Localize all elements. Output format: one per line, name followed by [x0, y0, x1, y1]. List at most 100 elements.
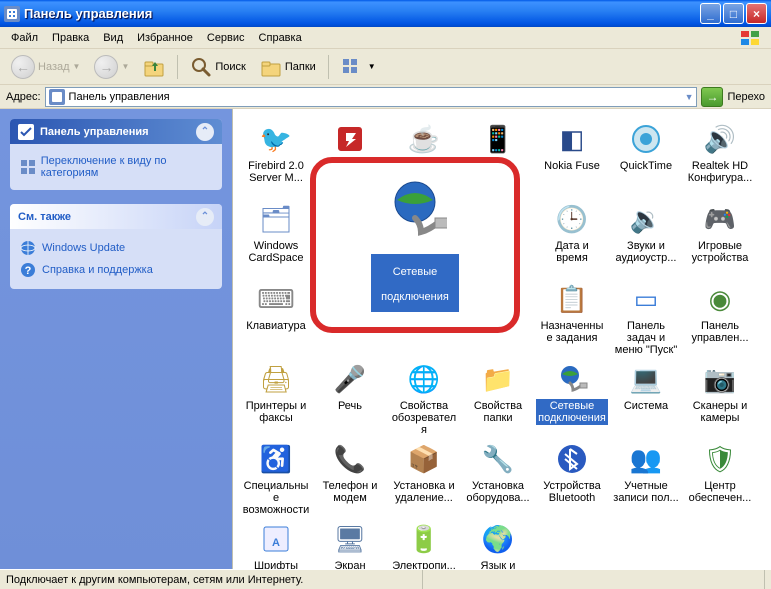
icon-item-speech[interactable]: 🎤 Речь	[313, 359, 387, 439]
icon-item-fonts[interactable]: AШрифты	[239, 519, 313, 569]
icon-item-quicktime[interactable]: QuickTime	[609, 119, 683, 199]
icon-item-system[interactable]: 💻Система	[609, 359, 683, 439]
close-button[interactable]: ×	[746, 3, 767, 24]
taskbar-label: Панель задач и меню "Пуск"	[610, 319, 682, 357]
game-devices-label: Игровые устройства	[684, 239, 756, 265]
add-remove-label: Установка и удаление...	[388, 479, 460, 505]
views-button[interactable]: ▼	[336, 53, 381, 81]
speech-icon: 🎤	[334, 363, 366, 395]
address-label: Адрес:	[6, 91, 41, 103]
go-button[interactable]: →	[701, 87, 723, 107]
maximize-button[interactable]: □	[723, 3, 744, 24]
svg-text:?: ?	[25, 265, 32, 277]
panel-see-title: См. также	[18, 211, 71, 223]
titlebar: Панель управления _ □ ×	[0, 0, 771, 27]
quicktime-label: QuickTime	[618, 159, 674, 173]
switch-view-link[interactable]: Переключение к виду по категориям	[20, 152, 212, 182]
chevron-up-icon-2[interactable]: ⌃	[196, 208, 214, 226]
forward-button[interactable]: → ▼	[89, 52, 134, 82]
icon-item-network[interactable]: Сетевые подключения	[535, 359, 609, 439]
views-icon	[341, 56, 365, 78]
icon-item-hardware[interactable]: 🔧 Установка оборудова...	[461, 439, 535, 519]
help-support-label: Справка и поддержка	[42, 264, 153, 276]
icon-item-realtek[interactable]: 🔊Realtek HD Конфигура...	[683, 119, 757, 199]
address-input[interactable]: Панель управления ▼	[45, 87, 698, 107]
icon-item-accessibility[interactable]: ♿Специальные возможности	[239, 439, 313, 519]
speech-label: Речь	[336, 399, 364, 413]
firebird-label: Firebird 2.0 Server M...	[240, 159, 312, 185]
icon-item-display[interactable]: 🖥Экран	[313, 519, 387, 569]
power-label: Электропи...	[390, 559, 458, 569]
accessibility-label: Специальные возможности	[240, 479, 312, 517]
icon-item-browser-props[interactable]: 🌐Свойства обозревателя	[387, 359, 461, 439]
address-dropdown-icon[interactable]: ▼	[685, 92, 694, 102]
menu-favorites[interactable]: Избранное	[130, 29, 200, 47]
regional-label: Язык и региональ...	[462, 559, 534, 569]
icon-item-nvidia[interactable]: ◉Панель управлен...	[683, 279, 757, 359]
icon-item-scanners[interactable]: 📷Сканеры и камеры	[683, 359, 757, 439]
icon-item-sound[interactable]: 🔉Звуки и аудиоустр...	[609, 199, 683, 279]
toolbar-separator	[177, 55, 178, 79]
icon-item-cardspace[interactable]: 🗂Windows CardSpace	[239, 199, 313, 279]
menu-file[interactable]: Файл	[4, 29, 45, 47]
windows-update-label: Windows Update	[42, 242, 125, 254]
icon-item-power[interactable]: 🔋Электропи...	[387, 519, 461, 569]
help-support-link[interactable]: ? Справка и поддержка	[20, 259, 212, 281]
icon-item-tasks[interactable]: 📋Назначенные задания	[535, 279, 609, 359]
windows-update-link[interactable]: Windows Update	[20, 237, 212, 259]
icon-item-keyboard[interactable]: ⌨Клавиатура	[239, 279, 313, 359]
icon-view[interactable]: 🐦Firebird 2.0 Server M...Flash Player☕Ja…	[232, 109, 771, 569]
security-label: Центр обеспечен...	[684, 479, 756, 505]
icon-item-printers[interactable]: 🖨Принтеры и факсы	[239, 359, 313, 439]
back-label: Назад	[38, 61, 70, 73]
icon-item-security[interactable]: 🛡 Центр обеспечен...	[683, 439, 757, 519]
menu-view[interactable]: Вид	[96, 29, 130, 47]
panel-cp-title: Панель управления	[40, 126, 149, 138]
display-label: Экран	[332, 559, 367, 569]
help-icon: ?	[20, 262, 36, 278]
cardspace-icon: 🗂	[260, 203, 292, 235]
icon-item-bluetooth[interactable]: Устройства Bluetooth	[535, 439, 609, 519]
icon-item-add-remove[interactable]: 📦Установка и удаление...	[387, 439, 461, 519]
menu-edit[interactable]: Правка	[45, 29, 96, 47]
icon-item-regional[interactable]: 🌍Язык и региональ...	[461, 519, 535, 569]
printers-label: Принтеры и факсы	[240, 399, 312, 425]
icon-item-users[interactable]: 👥Учетные записи пол...	[609, 439, 683, 519]
icon-item-datetime[interactable]: 🕒 Дата и время	[535, 199, 609, 279]
browser-props-icon: 🌐	[408, 363, 440, 395]
search-label: Поиск	[215, 61, 245, 73]
icon-item-taskbar[interactable]: ▭Панель задач и меню "Пуск"	[609, 279, 683, 359]
datetime-icon: 🕒	[556, 203, 588, 235]
scanners-icon: 📷	[704, 363, 736, 395]
tasks-label: Назначенные задания	[536, 319, 608, 345]
search-button[interactable]: Поиск	[185, 53, 250, 81]
icon-item-folder-props[interactable]: 📁Свойства папки	[461, 359, 535, 439]
back-button[interactable]: ← Назад ▼	[6, 52, 85, 82]
icon-item-game-devices[interactable]: 🎮Игровые устройства	[683, 199, 757, 279]
svg-text:A: A	[272, 537, 280, 549]
security-icon: 🛡	[704, 443, 736, 475]
nvidia-icon: ◉	[704, 283, 736, 315]
icon-item-firebird[interactable]: 🐦Firebird 2.0 Server M...	[239, 119, 313, 199]
datetime-label: Дата и время	[536, 239, 608, 265]
windows-flag-icon	[735, 29, 767, 47]
minimize-button[interactable]: _	[700, 3, 721, 24]
hardware-icon: 🔧	[482, 443, 514, 475]
menu-tools[interactable]: Сервис	[200, 29, 252, 47]
toolbar: ← Назад ▼ → ▼ Поиск Папки ▼	[0, 49, 771, 85]
folders-button[interactable]: Папки	[255, 53, 321, 81]
chevron-up-icon[interactable]: ⌃	[196, 123, 214, 141]
fonts-icon: A	[260, 523, 292, 555]
users-icon: 👥	[630, 443, 662, 475]
up-button[interactable]	[138, 53, 170, 81]
folders-icon	[260, 56, 282, 78]
icon-item-phone-modem[interactable]: 📞Телефон и модем	[313, 439, 387, 519]
sound-icon: 🔉	[630, 203, 662, 235]
panel-cp-body: Переключение к виду по категориям	[10, 144, 222, 190]
icon-item-nokia-fuse[interactable]: ◧Nokia Fuse	[535, 119, 609, 199]
folder-props-icon: 📁	[482, 363, 514, 395]
panel-control-panel-header[interactable]: Панель управления ⌃	[10, 119, 222, 144]
hardware-label: Установка оборудова...	[462, 479, 534, 505]
menu-help[interactable]: Справка	[252, 29, 309, 47]
panel-see-also-header[interactable]: См. также ⌃	[10, 204, 222, 229]
